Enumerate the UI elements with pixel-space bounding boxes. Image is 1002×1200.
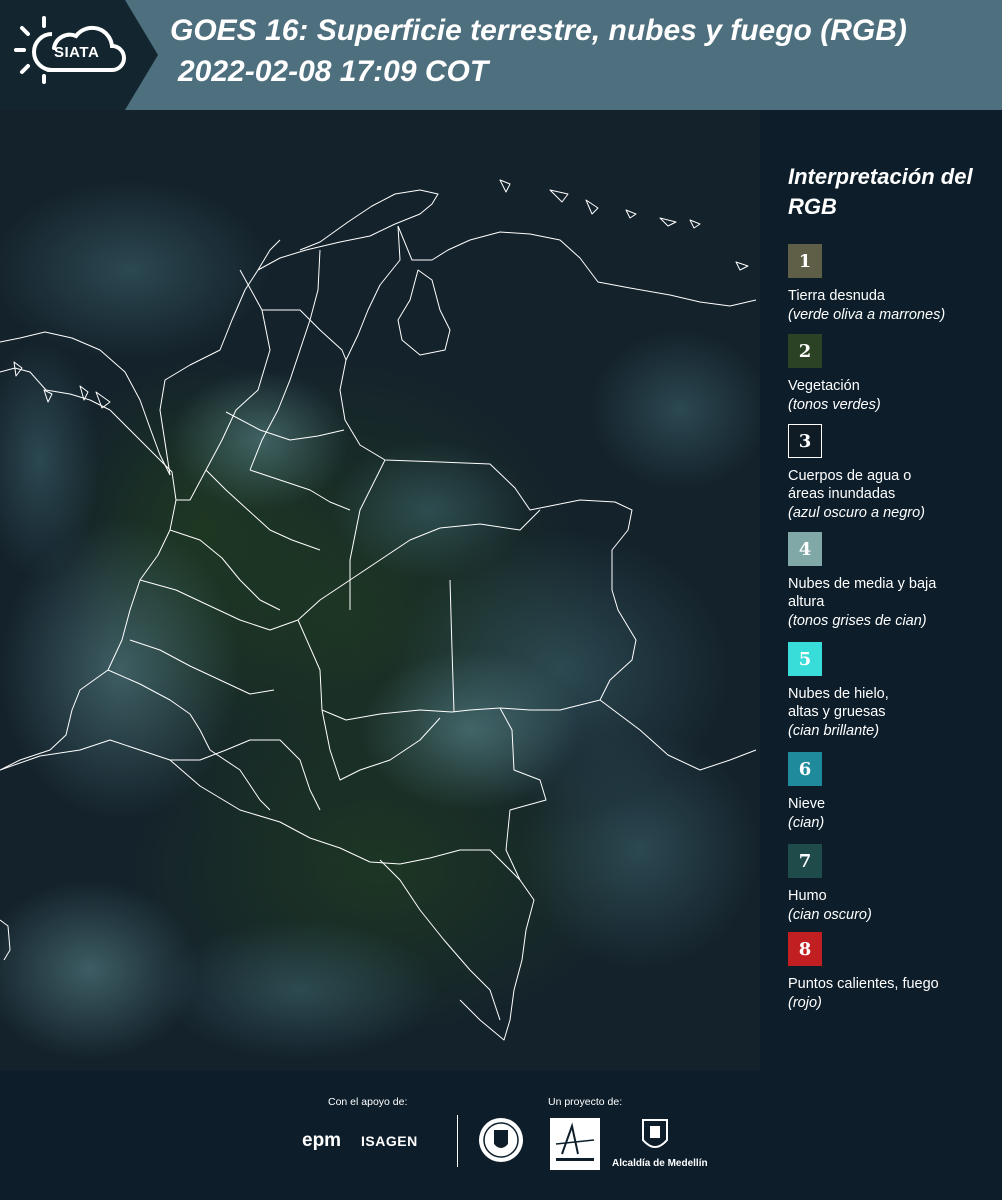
legend-description: (cian oscuro) (788, 907, 872, 923)
support-label: Con el apoyo de: (328, 1096, 408, 1108)
project-label: Un proyecto de: (548, 1096, 623, 1108)
legend-label: Nieve (788, 796, 826, 812)
university-seal-icon (479, 1118, 523, 1162)
legend-label: Nubes de media y baja altura (788, 576, 937, 610)
legend-swatch: 5 (788, 642, 822, 676)
legend-description: (cian brillante) (788, 723, 880, 739)
header-banner: SIATA GOES 16: Superficie terrestre, nub… (0, 0, 1002, 110)
map-title: GOES 16: Superficie terrestre, nubes y f… (170, 14, 907, 47)
legend-item-bare-soil: 1 Tierra desnuda (verde oliva a marrones… (788, 244, 998, 325)
legend-description: (azul oscuro a negro) (788, 505, 926, 521)
legend-label: Cuerpos de agua o áreas inundadas (788, 468, 912, 502)
legend-description: (rojo) (788, 995, 822, 1011)
legend-item-ice-clouds: 5 Nubes de hielo, altas y gruesas (cian … (788, 642, 998, 741)
logo-wordmark: SIATA (54, 44, 100, 61)
legend-label: Puntos calientes, fuego (788, 976, 939, 992)
legend-swatch: 4 (788, 532, 822, 566)
legend-description: (tonos grises de cian) (788, 613, 927, 629)
area-metropolitana-logo (550, 1118, 600, 1170)
legend-item-vegetation: 2 Vegetación (tonos verdes) (788, 334, 998, 415)
alcaldia-label: Alcaldía de Medellín (612, 1158, 708, 1169)
medellin-shield-icon (642, 1119, 668, 1148)
legend-item-smoke: 7 Humo (cian oscuro) (788, 844, 998, 925)
sponsor-divider (457, 1115, 458, 1167)
legend-description: (cian) (788, 815, 825, 831)
legend-swatch: 8 (788, 932, 822, 966)
legend-swatch: 6 (788, 752, 822, 786)
map-timestamp: 2022-02-08 17:09 COT (178, 55, 489, 88)
legend-description: (tonos verdes) (788, 397, 881, 413)
legend-swatch: 3 (788, 424, 822, 458)
legend-item-water: 3 Cuerpos de agua o áreas inundadas (azu… (788, 424, 998, 523)
legend-label: Nubes de hielo, altas y gruesas (788, 686, 889, 720)
isagen-logo: ISAGEN (361, 1133, 418, 1149)
legend-item-snow: 6 Nieve (cian) (788, 752, 998, 833)
legend-swatch: 7 (788, 844, 822, 878)
legend-item-hotspots: 8 Puntos calientes, fuego (rojo) (788, 932, 998, 1013)
legend-swatch: 1 (788, 244, 822, 278)
satellite-map[interactable] (0, 110, 760, 1070)
legend-title: Interpretación del RGB (788, 164, 973, 219)
legend-label: Tierra desnuda (788, 288, 885, 304)
legend-label: Humo (788, 888, 827, 904)
legend-description: (verde oliva a marrones) (788, 307, 946, 323)
legend-swatch: 2 (788, 334, 822, 368)
legend-panel: Interpretación del RGB 1 Tierra desnuda … (772, 110, 1002, 1070)
footer-sponsors: Con el apoyo de: Un proyecto de: epm ISA… (0, 1070, 1002, 1200)
epm-logo: epm (302, 1130, 342, 1151)
legend-label: Vegetación (788, 378, 860, 394)
siata-logo: SIATA (0, 0, 158, 110)
legend-item-mid-low-clouds: 4 Nubes de media y baja altura (tonos gr… (788, 532, 998, 631)
